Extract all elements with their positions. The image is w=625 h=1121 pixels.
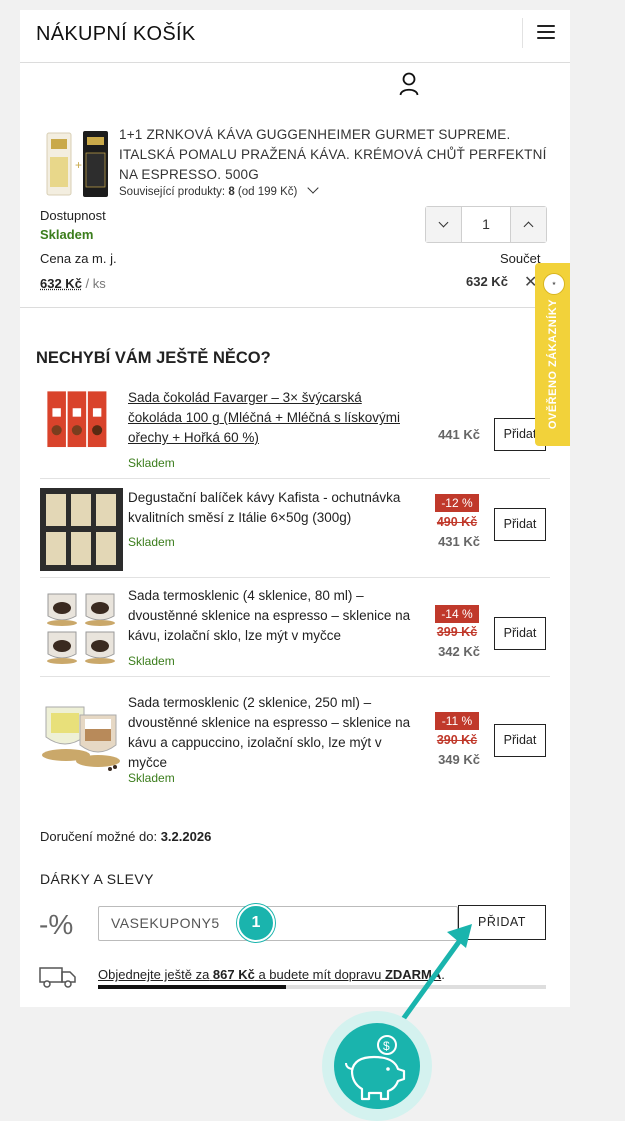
related-products[interactable]: Související produkty: 8 (od 199 Kč): [119, 182, 319, 198]
recommendation-price: 431 Kč: [438, 534, 480, 549]
discount-badge: -11 %: [435, 712, 479, 730]
piggy-bank-icon: $: [322, 1011, 432, 1121]
recommendation-stock: Skladem: [128, 654, 175, 668]
product-image[interactable]: [40, 693, 123, 776]
recommendations-title: NECHYBÍ VÁM JEŠTĚ NĚCO?: [36, 349, 271, 367]
old-price: 399 Kč: [436, 625, 478, 639]
percent-icon: -%: [39, 909, 74, 940]
progress-fill: [98, 985, 287, 989]
quantity-stepper[interactable]: 1: [425, 206, 547, 243]
recommendation-stock: Skladem: [128, 771, 175, 785]
recommendation-stock: Skladem: [128, 456, 175, 470]
recommendation-stock: Skladem: [128, 535, 175, 549]
add-button[interactable]: Přidat: [494, 508, 546, 541]
coupon-input[interactable]: VASEKUPONY5: [98, 906, 458, 941]
sum-label: Součet: [500, 251, 541, 266]
discount-badge: -14 %: [435, 605, 479, 623]
verified-customers-badge[interactable]: ★ OVĚŘENO ZÁKAZNÍKY: [535, 263, 570, 446]
svg-text:$: $: [383, 1039, 390, 1053]
add-button[interactable]: Přidat: [494, 617, 546, 650]
availability-value: Skladem: [40, 227, 94, 242]
discount-badge: -12 %: [435, 494, 479, 512]
old-price: 490 Kč: [436, 515, 478, 529]
user-icon[interactable]: [399, 72, 419, 96]
related-label: Související produkty:: [119, 186, 226, 198]
hamburger-icon[interactable]: [537, 25, 555, 39]
item-total: 632 Kč: [466, 274, 508, 289]
unit-price-label: Cena za m. j.: [40, 251, 117, 266]
product-name[interactable]: 1+1 ZRNKOVÁ KÁVA GUGGENHEIMER GURMET SUP…: [119, 125, 549, 185]
product-image[interactable]: [40, 388, 118, 458]
quantity-increase-button[interactable]: [510, 207, 546, 242]
header-divider: [522, 18, 523, 48]
product-image[interactable]: [40, 488, 123, 571]
recommendation-name[interactable]: Sada termosklenic (4 sklenice, 80 ml) – …: [128, 586, 418, 646]
gifts-title: DÁRKY A SLEVY: [40, 871, 154, 887]
badge-text: OVĚŘENO ZÁKAZNÍKY: [547, 298, 559, 430]
quantity-decrease-button[interactable]: [426, 207, 462, 242]
shipping-middle: a budete mít dopravu: [258, 967, 382, 982]
coupon-value: VASEKUPONY5: [111, 915, 220, 931]
chevron-down-icon: [438, 217, 449, 228]
chevron-up-icon: [523, 221, 534, 232]
old-price: 390 Kč: [436, 733, 478, 747]
quantity-input[interactable]: 1: [462, 207, 510, 242]
recommendation-price: 349 Kč: [438, 752, 480, 767]
header: NÁKUPNÍ KOŠÍK: [20, 10, 570, 63]
related-count: 8: [228, 186, 235, 198]
delivery-date: Doručení možné do: 3.2.2026: [40, 829, 211, 844]
unit-price-value: 632 Kč: [40, 276, 82, 291]
shipping-prefix: Objednejte ještě za: [98, 967, 210, 982]
shipping-amount: 867 Kč: [212, 967, 255, 982]
recommendation-name[interactable]: Sada čokolád Favarger – 3× švýcarská čok…: [128, 388, 418, 448]
divider: [40, 577, 550, 578]
shipping-suffix: .: [441, 967, 445, 982]
svg-text:+: +: [75, 158, 82, 172]
product-image[interactable]: +: [45, 127, 110, 205]
recommendation-name[interactable]: Sada termosklenic (2 sklenice, 250 ml) –…: [128, 693, 418, 773]
recommendation-name[interactable]: Degustační balíček kávy Kafista - ochutn…: [128, 488, 418, 528]
unit-price: 632 Kč / ks: [40, 276, 106, 291]
truck-icon: [39, 967, 76, 988]
cart-panel: NÁKUPNÍ KOŠÍK + 1+1 ZRNKOVÁ KÁVA GUGGENH…: [20, 10, 570, 1007]
free-shipping-progress: [98, 985, 546, 989]
divider: [40, 478, 550, 479]
step-marker: 1: [237, 904, 275, 942]
divider: [40, 676, 550, 677]
availability-label: Dostupnost: [40, 208, 106, 223]
divider: [20, 307, 570, 308]
free-shipping-message: Objednejte ještě za 867 Kč a budete mít …: [98, 967, 445, 982]
page-title: NÁKUPNÍ KOŠÍK: [36, 23, 196, 45]
recommendation-price: 441 Kč: [438, 427, 480, 442]
delivery-value: 3.2.2026: [160, 829, 212, 844]
product-image[interactable]: [40, 586, 123, 669]
add-button[interactable]: Přidat: [494, 724, 546, 757]
unit-suffix: / ks: [85, 276, 106, 291]
delivery-label: Doručení možné do:: [40, 829, 158, 844]
badge-seal-icon: ★: [543, 273, 565, 295]
recommendation-price: 342 Kč: [438, 644, 480, 659]
shipping-free: ZDARMA: [384, 967, 442, 982]
apply-coupon-button[interactable]: PŘIDAT: [458, 905, 546, 940]
related-from: (od 199 Kč): [237, 186, 298, 198]
